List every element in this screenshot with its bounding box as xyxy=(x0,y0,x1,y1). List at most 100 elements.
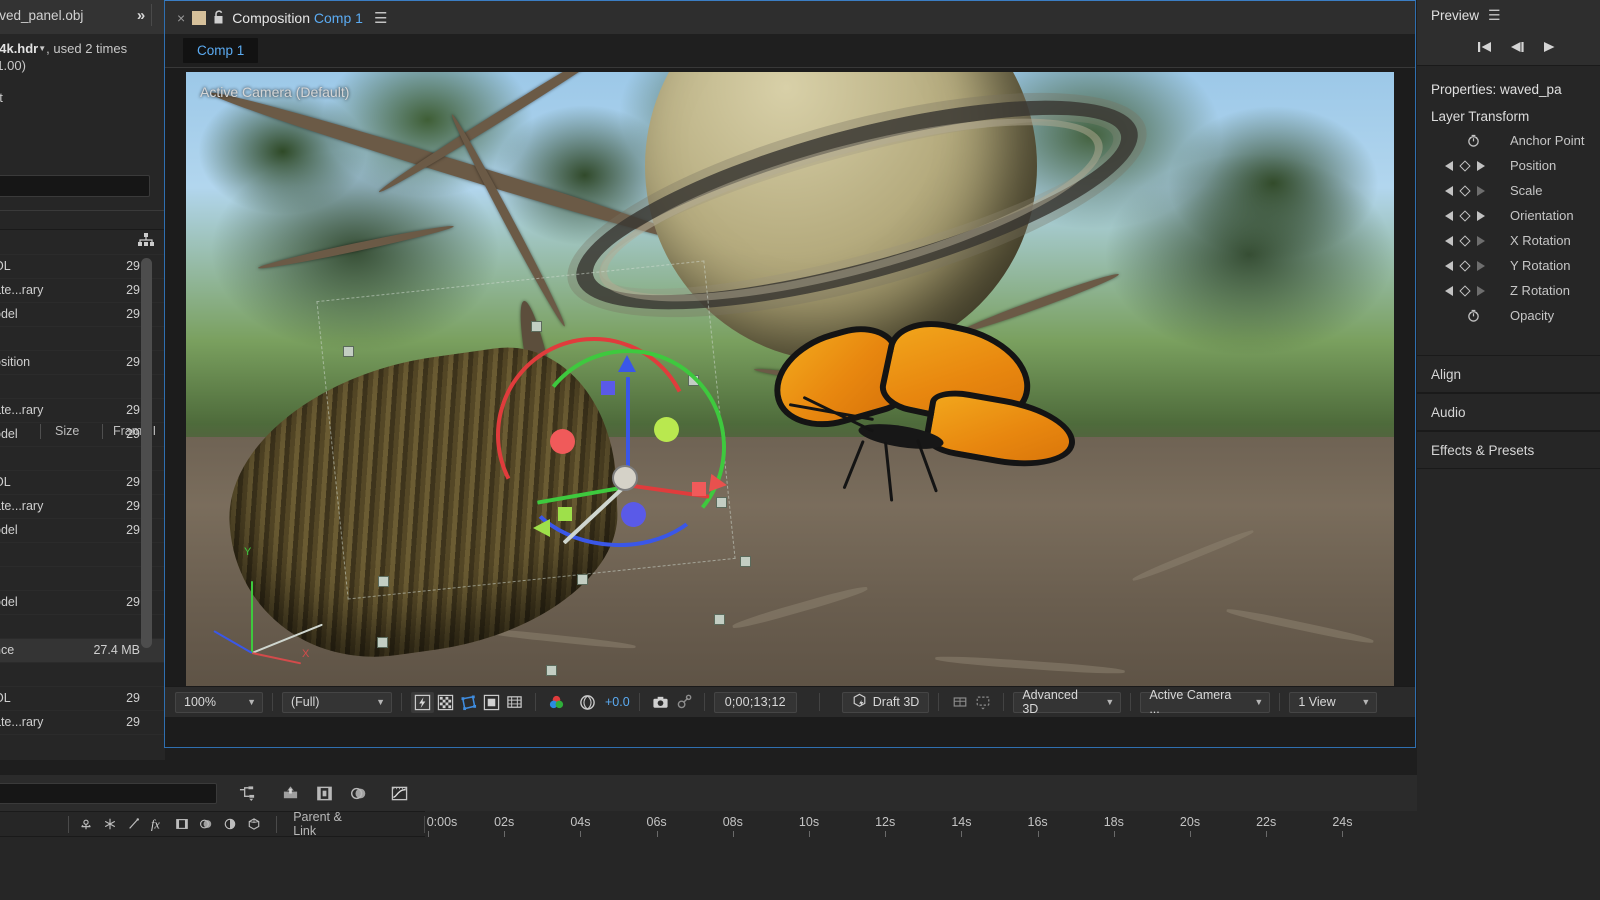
gizmo-square-x[interactable] xyxy=(692,482,706,496)
property-row-position[interactable]: Position xyxy=(1417,153,1600,178)
draft-3d-toggle[interactable]: Draft 3D xyxy=(842,692,930,713)
exposure-value[interactable]: +0.0 xyxy=(605,695,630,709)
keyframe-navigator[interactable] xyxy=(1445,236,1493,246)
project-item-row[interactable]: OL29 xyxy=(0,687,165,711)
next-keyframe-icon[interactable] xyxy=(1477,236,1485,246)
selection-handle[interactable] xyxy=(546,665,557,676)
selection-handle[interactable] xyxy=(714,614,725,625)
project-item-row[interactable]: ate...rary29 xyxy=(0,711,165,735)
chevron-double-right-icon[interactable]: » xyxy=(129,6,153,26)
previous-frame-icon[interactable] xyxy=(1509,40,1525,57)
next-keyframe-icon[interactable] xyxy=(1477,161,1485,171)
motion-path-icon[interactable] xyxy=(124,817,144,831)
keyframe-navigator[interactable] xyxy=(1445,161,1493,171)
fast-preview-icon[interactable] xyxy=(411,692,434,713)
stopwatch-icon[interactable] xyxy=(1467,134,1480,147)
project-scrollbar[interactable] xyxy=(141,258,152,648)
hide-shy-layers-icon[interactable] xyxy=(311,781,337,805)
channels-rgb-icon[interactable] xyxy=(545,692,568,713)
timeline-ruler[interactable]: 0:00s02s04s06s08s10s12s14s16s18s20s22s24… xyxy=(425,811,1417,837)
next-keyframe-icon[interactable] xyxy=(1477,261,1485,271)
keyframe-navigator[interactable] xyxy=(1445,134,1493,147)
3d-transform-gizmo[interactable] xyxy=(496,337,756,577)
timeline-search-input[interactable] xyxy=(0,783,217,804)
composition-mini-flowchart-icon[interactable] xyxy=(234,781,260,805)
property-row-opacity[interactable]: Opacity xyxy=(1417,303,1600,328)
composition-canvas[interactable]: Y X Active Camera (Default) xyxy=(186,72,1394,712)
filmstrip-icon[interactable] xyxy=(172,817,192,831)
show-snapshot-icon[interactable] xyxy=(672,692,695,713)
adjustment-layer-icon[interactable] xyxy=(220,817,240,831)
exposure-aperture-icon[interactable] xyxy=(576,692,599,713)
gizmo-square-y[interactable] xyxy=(558,507,572,521)
first-frame-icon[interactable] xyxy=(1477,40,1493,57)
keyframe-toggle-icon[interactable] xyxy=(1459,285,1470,296)
play-icon[interactable] xyxy=(1541,40,1557,57)
previous-keyframe-icon[interactable] xyxy=(1445,211,1453,221)
anchor-keyframe-icon[interactable] xyxy=(76,817,96,831)
property-row-x-rotation[interactable]: X Rotation xyxy=(1417,228,1600,253)
current-timecode[interactable]: 0;00;13;12 xyxy=(714,692,797,713)
selection-handle[interactable] xyxy=(378,576,389,587)
selection-handle[interactable] xyxy=(343,346,354,357)
gizmo-arrow-x[interactable] xyxy=(709,474,728,494)
3d-layer-icon[interactable] xyxy=(244,817,264,831)
keyframe-toggle-icon[interactable] xyxy=(1459,185,1470,196)
snowflake-icon[interactable] xyxy=(100,817,120,831)
keyframe-navigator[interactable] xyxy=(1445,211,1493,221)
camera-view-select[interactable]: Active Camera ...▼ xyxy=(1140,692,1270,713)
selection-handle[interactable] xyxy=(531,321,542,332)
gizmo-square-z[interactable] xyxy=(601,381,615,395)
views-layout-select[interactable]: 1 View▼ xyxy=(1289,692,1377,713)
chevron-down-icon[interactable]: ▼ xyxy=(38,44,46,53)
gizmo-arrow-z[interactable] xyxy=(618,355,636,372)
accordion-audio[interactable]: Audio xyxy=(1417,393,1600,431)
previous-keyframe-icon[interactable] xyxy=(1445,161,1453,171)
gizmo-handle-green[interactable] xyxy=(654,417,679,442)
keyframe-navigator[interactable] xyxy=(1445,261,1493,271)
gizmo-center-handle[interactable] xyxy=(612,465,638,491)
renderer-select[interactable]: Advanced 3D▼ xyxy=(1013,692,1121,713)
project-item-row[interactable]: r xyxy=(0,663,165,687)
property-row-y-rotation[interactable]: Y Rotation xyxy=(1417,253,1600,278)
zoom-level-select[interactable]: 100%▼ xyxy=(175,692,263,713)
extended-viewer-grid-icon[interactable] xyxy=(948,692,971,713)
keyframe-navigator[interactable] xyxy=(1445,286,1493,296)
project-item-row[interactable]: r xyxy=(0,231,165,255)
next-keyframe-icon[interactable] xyxy=(1477,211,1485,221)
next-keyframe-icon[interactable] xyxy=(1477,286,1485,296)
keyframe-navigator[interactable] xyxy=(1445,309,1493,322)
fx-icon[interactable]: fx xyxy=(148,817,168,831)
accordion-effects-presets[interactable]: Effects & Presets xyxy=(1417,431,1600,469)
gizmo-handle-blue[interactable] xyxy=(621,502,646,527)
keyframe-toggle-icon[interactable] xyxy=(1459,160,1470,171)
keyframe-navigator[interactable] xyxy=(1445,186,1493,196)
panel-menu-icon[interactable]: ☰ xyxy=(374,9,387,27)
tab-comp-1[interactable]: Comp 1 xyxy=(183,38,258,63)
property-row-z-rotation[interactable]: Z Rotation xyxy=(1417,278,1600,303)
gizmo-arrow-y[interactable] xyxy=(533,519,550,537)
property-row-anchor-point[interactable]: Anchor Point xyxy=(1417,128,1600,153)
close-icon[interactable]: × xyxy=(177,10,185,26)
transparency-grid-icon[interactable] xyxy=(434,692,457,713)
next-keyframe-icon[interactable] xyxy=(1477,186,1485,196)
mask-path-icon[interactable] xyxy=(457,692,480,713)
panel-menu-icon[interactable]: ☰ xyxy=(1488,7,1501,24)
composition-viewer[interactable]: Y X Active Camera (Default) 100%▼ (Full)… xyxy=(165,68,1415,717)
previous-keyframe-icon[interactable] xyxy=(1445,261,1453,271)
graph-editor-icon[interactable] xyxy=(386,781,412,805)
selection-handle[interactable] xyxy=(377,637,388,648)
title-action-safe-icon[interactable] xyxy=(503,692,526,713)
project-search-input[interactable] xyxy=(0,175,150,197)
color-swatch-icon[interactable] xyxy=(192,11,206,25)
property-row-orientation[interactable]: Orientation xyxy=(1417,203,1600,228)
motion-blur-icon[interactable] xyxy=(345,781,371,805)
unlock-icon[interactable] xyxy=(213,10,225,25)
gizmo-handle-red[interactable] xyxy=(550,429,575,454)
keyframe-toggle-icon[interactable] xyxy=(1459,235,1470,246)
resolution-select[interactable]: (Full)▼ xyxy=(282,692,392,713)
extended-viewer-icon[interactable] xyxy=(971,692,994,713)
property-row-scale[interactable]: Scale xyxy=(1417,178,1600,203)
previous-keyframe-icon[interactable] xyxy=(1445,236,1453,246)
keyframe-toggle-icon[interactable] xyxy=(1459,260,1470,271)
